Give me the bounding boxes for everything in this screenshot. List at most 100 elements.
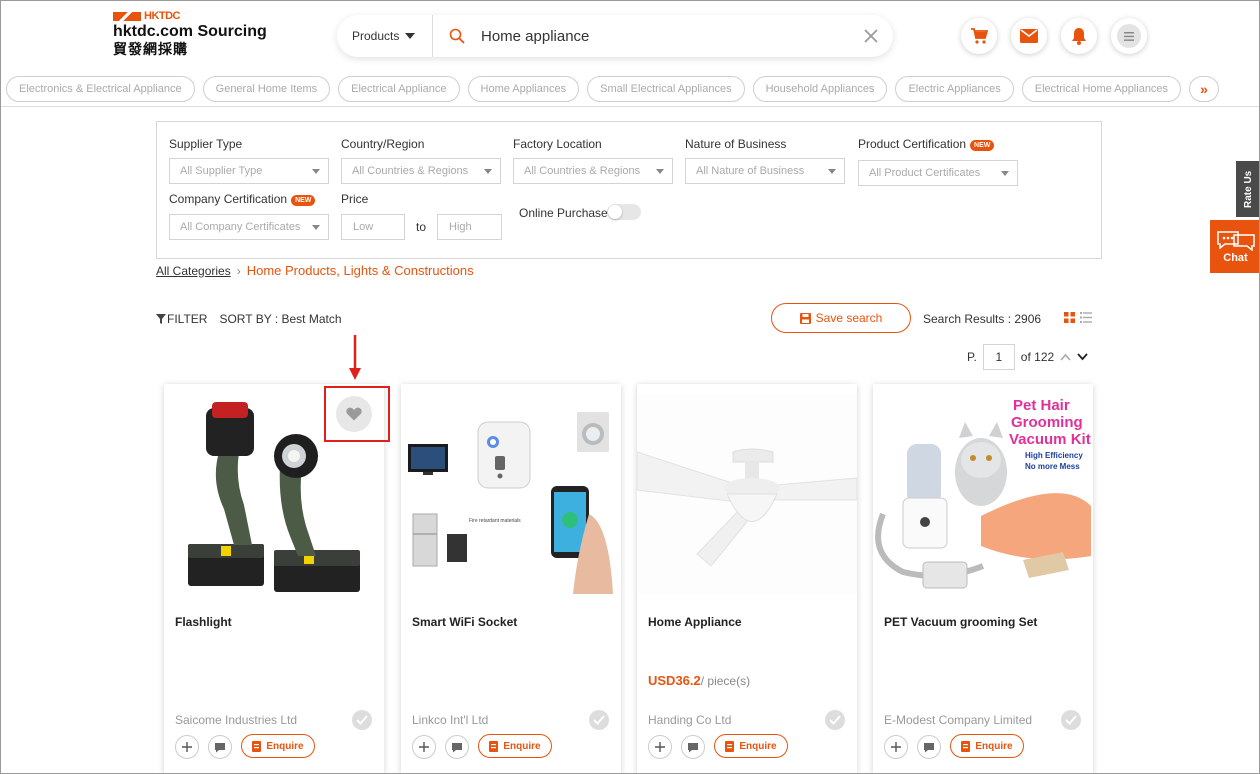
category-chip[interactable]: Electronics & Electrical Appliance bbox=[6, 76, 195, 102]
vacuum-kit-headline: Vacuum Kit bbox=[1009, 431, 1091, 448]
country-value: All Countries & Regions bbox=[352, 165, 469, 177]
product-title[interactable]: Home Appliance bbox=[648, 615, 742, 629]
list-view-icon[interactable] bbox=[1080, 312, 1092, 323]
supplier-name[interactable]: Linkco Int'l Ltd bbox=[412, 713, 488, 727]
product-card[interactable]: Flashlight Saicome Industries Ltd Enquir… bbox=[164, 384, 384, 773]
new-badge: NEW bbox=[291, 195, 316, 206]
factory-location-select[interactable]: All Countries & Regions bbox=[513, 158, 673, 184]
product-image: Fire retardant materials bbox=[408, 412, 613, 594]
compare-add-icon[interactable] bbox=[648, 735, 672, 759]
logo-flag-icon bbox=[113, 11, 141, 21]
verified-check-icon bbox=[1061, 710, 1081, 730]
compare-add-icon[interactable] bbox=[412, 735, 436, 759]
supplier-name[interactable]: E-Modest Company Limited bbox=[884, 713, 1032, 727]
category-chip-bar: Electronics & Electrical Appliance Gener… bbox=[1, 73, 1259, 107]
sort-select[interactable]: SORT BY : Best Match bbox=[219, 312, 341, 326]
company-certification-label: Company Certification NEW bbox=[169, 192, 316, 206]
top-header: HKTDC hktdc.com Sourcing 貿發網採購 Products … bbox=[1, 1, 1259, 73]
chevron-down-icon[interactable] bbox=[1077, 353, 1088, 361]
nature-of-business-select[interactable]: All Nature of Business bbox=[685, 158, 845, 184]
country-select[interactable]: All Countries & Regions bbox=[341, 158, 501, 184]
chevron-down-icon bbox=[405, 33, 416, 39]
clear-icon[interactable] bbox=[849, 29, 893, 43]
category-chip[interactable]: General Home Items bbox=[202, 76, 331, 102]
category-chip[interactable]: Electric Appliances bbox=[895, 76, 1014, 102]
enquire-button[interactable]: Enquire bbox=[241, 734, 315, 758]
cart-icon[interactable] bbox=[961, 18, 997, 54]
supplier-type-select[interactable]: All Supplier Type bbox=[169, 158, 329, 184]
product-price: USD36.2/ piece(s) bbox=[648, 673, 750, 688]
chevron-up-icon[interactable] bbox=[1060, 353, 1071, 361]
product-card[interactable]: Home Appliance USD36.2/ piece(s) Handing… bbox=[637, 384, 857, 773]
search-input[interactable]: Home appliance bbox=[481, 28, 849, 45]
compare-add-icon[interactable] bbox=[175, 735, 199, 759]
grooming-headline: Grooming bbox=[1011, 414, 1083, 431]
product-image: Pet Hair Grooming Vacuum Kit High Effici… bbox=[873, 394, 1093, 594]
price-to-label: to bbox=[416, 220, 427, 234]
product-title[interactable]: Flashlight bbox=[175, 615, 232, 629]
search-icon[interactable] bbox=[433, 28, 481, 44]
enquire-button[interactable]: Enquire bbox=[478, 734, 552, 758]
pet-hair-headline: Pet Hair bbox=[1013, 397, 1070, 414]
supplier-name[interactable]: Handing Co Ltd bbox=[648, 713, 731, 727]
compare-add-icon[interactable] bbox=[884, 735, 908, 759]
page-number-input[interactable]: 1 bbox=[982, 344, 1015, 370]
save-search-button[interactable]: Save search bbox=[771, 303, 911, 333]
verified-check-icon bbox=[825, 710, 845, 730]
no-more-mess-text: No more Mess bbox=[1025, 462, 1080, 471]
product-title[interactable]: Smart WiFi Socket bbox=[412, 615, 517, 629]
search-type-select[interactable]: Products bbox=[337, 15, 433, 57]
site-name-cn: 貿發網採購 bbox=[113, 41, 188, 57]
supplier-type-label: Supplier Type bbox=[169, 137, 243, 151]
annotation-arrow-icon bbox=[349, 335, 361, 380]
hktdc-logo[interactable]: HKTDC hktdc.com Sourcing 貿發網採購 bbox=[113, 10, 267, 57]
category-chip[interactable]: Electrical Home Appliances bbox=[1021, 76, 1182, 102]
filter-button[interactable]: FILTER bbox=[156, 312, 207, 326]
site-name: hktdc.com Sourcing bbox=[113, 23, 267, 40]
enquire-button[interactable]: Enquire bbox=[714, 734, 788, 758]
chat-bubble-icon[interactable] bbox=[445, 735, 469, 759]
chevron-right-more-icon[interactable]: » bbox=[1189, 76, 1220, 102]
page: HKTDC hktdc.com Sourcing 貿發網採購 Products … bbox=[0, 0, 1260, 774]
search-results-count: Search Results : 2906 bbox=[923, 312, 1042, 326]
view-toggle bbox=[1064, 312, 1092, 323]
product-image bbox=[637, 394, 857, 594]
document-icon bbox=[961, 740, 971, 752]
category-chip[interactable]: Household Appliances bbox=[752, 76, 888, 102]
price-low-input[interactable]: Low bbox=[341, 214, 405, 240]
product-card[interactable]: Pet Hair Grooming Vacuum Kit High Effici… bbox=[873, 384, 1093, 773]
chat-tab[interactable]: Chat bbox=[1210, 220, 1259, 273]
enquire-label: Enquire bbox=[739, 740, 777, 752]
chevron-down-icon bbox=[1001, 170, 1009, 176]
category-chip[interactable]: Home Appliances bbox=[467, 76, 580, 102]
product-card[interactable]: Fire retardant materials Smart WiFi Sock… bbox=[401, 384, 621, 773]
funnel-icon bbox=[156, 314, 166, 324]
online-purchase-toggle[interactable] bbox=[607, 204, 641, 220]
breadcrumb-all-categories[interactable]: All Categories bbox=[156, 264, 231, 278]
pager: P. 1 of 122 bbox=[967, 344, 1088, 370]
chat-bubble-icon[interactable] bbox=[208, 735, 232, 759]
product-certification-text: Product Certification bbox=[858, 137, 967, 151]
chat-bubble-icon[interactable] bbox=[917, 735, 941, 759]
chevron-down-icon bbox=[484, 168, 492, 174]
price-amount: USD36.2 bbox=[648, 673, 701, 688]
product-title[interactable]: PET Vacuum grooming Set bbox=[884, 615, 1037, 629]
menu-icon[interactable] bbox=[1111, 18, 1147, 54]
rate-us-tab[interactable]: Rate Us bbox=[1236, 161, 1259, 217]
price-high-input[interactable]: High bbox=[437, 214, 502, 240]
grid-view-icon[interactable] bbox=[1064, 312, 1075, 323]
company-certification-value: All Company Certificates bbox=[180, 221, 301, 233]
online-purchase-label: Online Purchase bbox=[519, 206, 608, 220]
chat-bubble-icon[interactable] bbox=[681, 735, 705, 759]
filter-panel: Supplier Type All Supplier Type Country/… bbox=[156, 121, 1102, 259]
bell-icon[interactable] bbox=[1061, 18, 1097, 54]
supplier-name[interactable]: Saicome Industries Ltd bbox=[175, 713, 297, 727]
product-certification-select[interactable]: All Product Certificates bbox=[858, 160, 1018, 186]
enquire-button[interactable]: Enquire bbox=[950, 734, 1024, 758]
category-chip[interactable]: Electrical Appliance bbox=[338, 76, 460, 102]
category-chip[interactable]: Small Electrical Appliances bbox=[587, 76, 745, 102]
search-bar: Products Home appliance bbox=[337, 15, 893, 57]
chat-label: Chat bbox=[1223, 252, 1248, 264]
mail-icon[interactable] bbox=[1011, 18, 1047, 54]
company-certification-select[interactable]: All Company Certificates bbox=[169, 214, 329, 240]
